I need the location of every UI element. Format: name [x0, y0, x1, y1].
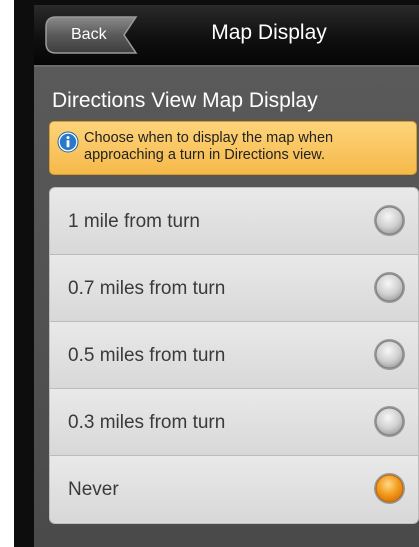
radio-unselected-icon[interactable] — [373, 338, 406, 371]
option-label: 0.7 miles from turn — [68, 278, 226, 299]
options-list: 1 mile from turn 0.7 miles from turn 0.5… — [49, 187, 419, 524]
info-icon — [57, 131, 79, 153]
info-text: Choose when to display the map when appr… — [84, 130, 334, 163]
option-0-3-miles[interactable]: 0.3 miles from turn — [50, 389, 418, 456]
option-1-mile[interactable]: 1 mile from turn — [50, 188, 418, 255]
back-button[interactable]: Back — [44, 16, 138, 54]
device-edge — [0, 0, 14, 547]
option-label: 0.5 miles from turn — [68, 345, 226, 366]
page-title: Map Display — [211, 21, 327, 44]
radio-unselected-icon[interactable] — [373, 271, 406, 304]
radio-unselected-icon[interactable] — [373, 405, 406, 438]
radio-selected-icon[interactable] — [373, 472, 406, 505]
back-button-label: Back — [71, 26, 107, 43]
option-0-7-miles[interactable]: 0.7 miles from turn — [50, 255, 418, 322]
radio-unselected-icon[interactable] — [373, 204, 406, 237]
option-label: 0.3 miles from turn — [68, 412, 226, 433]
device-frame: Back Map Display Directions View Map Dis… — [14, 0, 419, 547]
title-bar: Back Map Display — [34, 5, 419, 67]
info-banner: Choose when to display the map when appr… — [49, 121, 417, 175]
screen: Back Map Display Directions View Map Dis… — [34, 5, 419, 547]
option-never[interactable]: Never — [50, 456, 418, 522]
option-0-5-miles[interactable]: 0.5 miles from turn — [50, 322, 418, 389]
option-label: 1 mile from turn — [68, 211, 200, 232]
option-label: Never — [68, 479, 119, 500]
section-heading: Directions View Map Display — [52, 89, 318, 112]
